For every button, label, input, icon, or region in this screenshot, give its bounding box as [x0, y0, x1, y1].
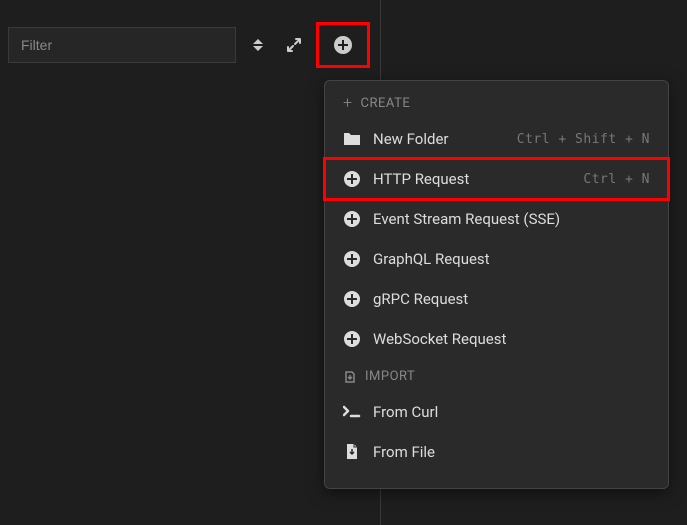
- filter-input[interactable]: [8, 27, 236, 63]
- menu-item-from-curl[interactable]: From Curl: [325, 392, 668, 432]
- add-button-highlight: [316, 22, 370, 68]
- menu-item-grpc-request[interactable]: gRPC Request: [325, 279, 668, 319]
- sort-icon: [253, 39, 263, 51]
- create-menu: + CREATE New Folder Ctrl + Shift + N HTT…: [324, 80, 669, 489]
- plus-circle-icon: [343, 290, 361, 308]
- menu-item-http-request[interactable]: HTTP Request Ctrl + N: [325, 159, 668, 199]
- plus-circle-icon: [343, 210, 361, 228]
- menu-item-label: HTTP Request: [373, 170, 469, 188]
- import-section-header: IMPORT: [325, 359, 668, 392]
- import-icon: [343, 370, 357, 384]
- add-button[interactable]: [329, 31, 357, 59]
- sort-button[interactable]: [244, 31, 272, 59]
- menu-item-label: New Folder: [373, 130, 448, 148]
- menu-item-websocket-request[interactable]: WebSocket Request: [325, 319, 668, 359]
- folder-icon: [343, 130, 361, 148]
- menu-item-label: Event Stream Request (SSE): [373, 210, 560, 228]
- plus-icon: +: [343, 95, 353, 111]
- menu-item-graphql-request[interactable]: GraphQL Request: [325, 239, 668, 279]
- file-icon: [343, 443, 361, 461]
- expand-button[interactable]: [280, 31, 308, 59]
- create-section-header: + CREATE: [325, 91, 668, 119]
- menu-item-shortcut: Ctrl + Shift + N: [517, 132, 650, 147]
- import-header-label: IMPORT: [365, 369, 415, 384]
- plus-circle-icon: [343, 170, 361, 188]
- create-header-label: CREATE: [361, 96, 411, 111]
- menu-item-shortcut: Ctrl + N: [583, 172, 650, 187]
- menu-item-label: gRPC Request: [373, 290, 468, 308]
- expand-icon: [286, 37, 302, 53]
- terminal-icon: [343, 403, 361, 421]
- plus-circle-icon: [334, 36, 352, 54]
- menu-item-label: GraphQL Request: [373, 250, 490, 268]
- menu-item-label: From Curl: [373, 403, 438, 421]
- menu-item-from-file[interactable]: From File: [325, 432, 668, 472]
- plus-circle-icon: [343, 250, 361, 268]
- menu-item-label: From File: [373, 443, 435, 461]
- plus-circle-icon: [343, 330, 361, 348]
- menu-item-label: WebSocket Request: [373, 330, 506, 348]
- toolbar: [0, 0, 687, 76]
- menu-item-sse-request[interactable]: Event Stream Request (SSE): [325, 199, 668, 239]
- menu-item-new-folder[interactable]: New Folder Ctrl + Shift + N: [325, 119, 668, 159]
